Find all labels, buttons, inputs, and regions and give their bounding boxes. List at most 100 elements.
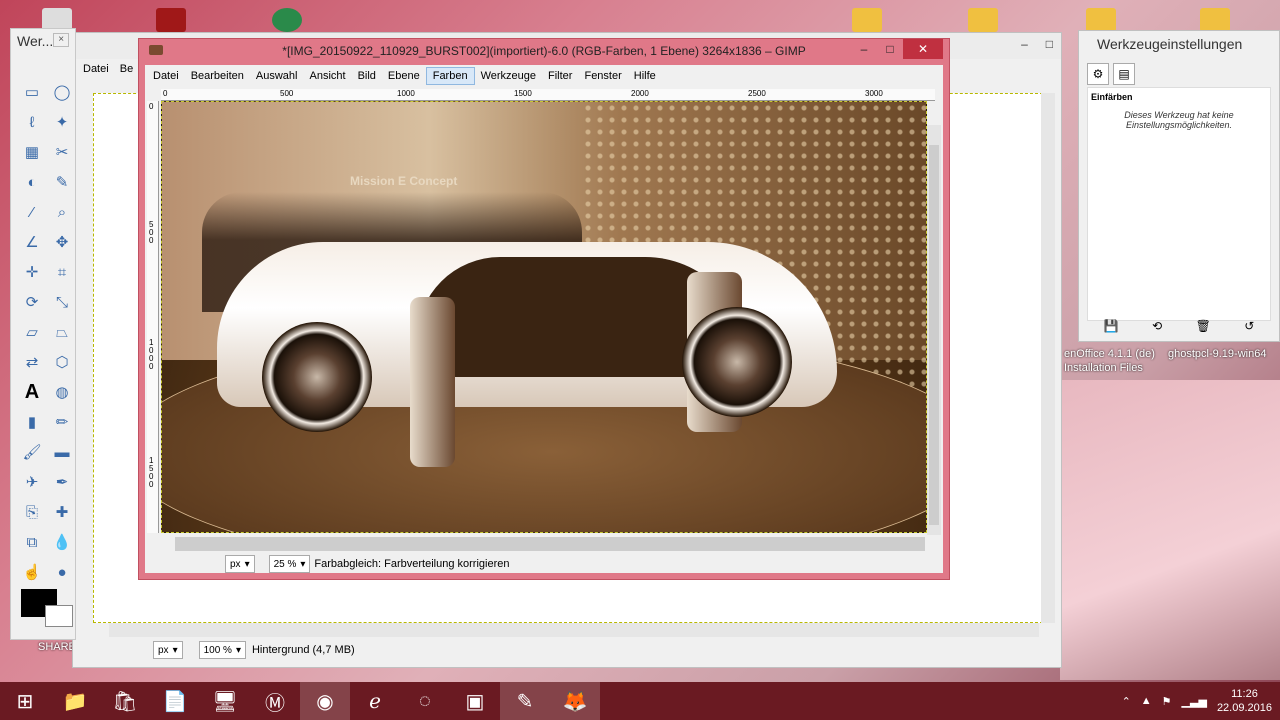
chrome-icon[interactable]: ◉ (300, 682, 350, 720)
menu-fenster[interactable]: Fenster (578, 68, 627, 84)
store-icon[interactable]: 🛍 (100, 682, 150, 720)
desktop-icon[interactable] (272, 8, 302, 32)
move-icon[interactable]: ✥ (49, 229, 75, 255)
clone-icon[interactable]: ⎘ (19, 499, 45, 525)
menu-auswahl[interactable]: Auswahl (250, 68, 304, 84)
menu-datei[interactable]: Datei (147, 68, 185, 84)
pencil-icon[interactable]: ✏ (49, 409, 75, 435)
menu-bild[interactable]: Bild (352, 68, 382, 84)
color-select-icon[interactable]: ▦ (19, 139, 45, 165)
pdf-icon[interactable]: ▣ (450, 682, 500, 720)
dodge-icon[interactable]: ● (49, 559, 75, 585)
internet-explorer-icon[interactable]: ℯ (350, 682, 400, 720)
perspective-clone-icon[interactable]: ⧉ (19, 529, 45, 555)
maximize-icon[interactable]: □ (877, 39, 903, 59)
ink-icon[interactable]: ✒ (49, 469, 75, 495)
menu-bearbeiten[interactable]: Be (120, 63, 133, 75)
foreground-select-icon[interactable]: ◐ (19, 169, 45, 195)
clock[interactable]: 11:26 22.09.2016 (1217, 687, 1272, 715)
menu-filter[interactable]: Filter (542, 68, 578, 84)
menu-ebene[interactable]: Ebene (382, 68, 426, 84)
menu-farben[interactable]: Farben (425, 67, 475, 85)
zoom-select[interactable]: 100 % ▾ (198, 641, 246, 659)
blur-icon[interactable]: 💧 (49, 529, 75, 555)
background-color[interactable] (45, 605, 73, 627)
text-icon[interactable]: A (19, 379, 45, 405)
airbrush-icon[interactable]: ✈ (19, 469, 45, 495)
desktop-icon[interactable] (968, 8, 998, 32)
paths-icon[interactable]: ✎ (49, 169, 75, 195)
menu-hilfe[interactable]: Hilfe (628, 68, 662, 84)
zoom-select[interactable]: 25 % ▾ (268, 555, 311, 573)
zoom-icon[interactable]: ⌕ (49, 199, 75, 225)
app-icon[interactable]: ◌ (400, 682, 450, 720)
unit-select[interactable]: px ▾ (225, 555, 255, 573)
close-icon[interactable]: × (53, 33, 69, 47)
perspective-icon[interactable]: ⏢ (49, 319, 75, 345)
maxthon-icon[interactable]: Ⓜ (250, 682, 300, 720)
unit-select[interactable]: px ▾ (153, 641, 183, 659)
restore-icon[interactable]: ⟲ (1152, 319, 1162, 333)
start-icon[interactable]: ⊞ (0, 682, 50, 720)
measure-icon[interactable]: ∠ (19, 229, 45, 255)
scale-icon[interactable]: ⤡ (49, 289, 75, 315)
document-icon[interactable]: 📄 (150, 682, 200, 720)
chevron-up-icon[interactable]: ⌃ (1122, 695, 1131, 708)
file-explorer-icon[interactable]: 📁 (50, 682, 100, 720)
desktop-label[interactable]: SHARE (38, 641, 76, 653)
desktop-label[interactable]: ghostpcl-9.19-win64 (1168, 348, 1266, 360)
desktop-icon[interactable] (156, 8, 186, 32)
heal-icon[interactable]: ✚ (49, 499, 75, 525)
blend-icon[interactable]: ▮ (19, 409, 45, 435)
horizontal-ruler[interactable]: 0 500 1000 1500 2000 2500 3000 (161, 89, 935, 101)
maximize-icon[interactable]: □ (1046, 37, 1053, 51)
minimize-icon[interactable]: – (851, 39, 877, 59)
crop-icon[interactable]: ⌗ (49, 259, 75, 285)
bucket-fill-icon[interactable]: ◍ (49, 379, 75, 405)
editor-icon[interactable]: ✎ (500, 682, 550, 720)
tool-options-tab[interactable]: ⚙ (1087, 63, 1109, 85)
antivirus-icon[interactable]: ▲ (1141, 695, 1152, 707)
close-icon[interactable]: ✕ (903, 39, 943, 59)
eraser-icon[interactable]: ▬ (49, 439, 75, 465)
color-picker-icon[interactable]: ⁄ (19, 199, 45, 225)
lenovo-icon[interactable]: 🖥 (200, 682, 250, 720)
desktop-icon[interactable] (1200, 8, 1230, 32)
desktop-label[interactable]: enOffice 4.1.1 (de) (1064, 348, 1155, 360)
horizontal-scrollbar[interactable] (109, 623, 1039, 637)
flag-icon[interactable]: ⚑ (1162, 695, 1172, 708)
reset-icon[interactable]: ↺ (1244, 319, 1254, 333)
menu-bearbeiten[interactable]: Bearbeiten (185, 68, 250, 84)
menu-ansicht[interactable]: Ansicht (303, 68, 351, 84)
desktop-label[interactable]: Installation Files (1064, 362, 1143, 374)
gimp-icon[interactable]: 🦊 (550, 682, 600, 720)
minimize-icon[interactable]: – (1021, 37, 1028, 51)
network-icon[interactable]: ▁▃▅ (1182, 695, 1207, 708)
horizontal-scrollbar[interactable] (175, 537, 925, 551)
vertical-scrollbar[interactable] (1041, 93, 1055, 623)
vertical-ruler[interactable]: 0 500 1000 1500 (147, 101, 159, 533)
rect-select-icon[interactable]: ▭ (19, 79, 45, 105)
menu-datei[interactable]: Datei (83, 63, 109, 75)
delete-icon[interactable]: 🗑 (1196, 319, 1211, 333)
cage-icon[interactable]: ⬡ (49, 349, 75, 375)
free-select-icon[interactable]: ℓ (19, 109, 45, 135)
rotate-icon[interactable]: ⟳ (19, 289, 45, 315)
shear-icon[interactable]: ▱ (19, 319, 45, 345)
image-canvas[interactable]: Mission E Concept (161, 101, 927, 533)
vertical-scrollbar[interactable] (927, 125, 941, 535)
fuzzy-select-icon[interactable]: ✦ (49, 109, 75, 135)
ruler-tick-label: 1000 (149, 338, 154, 371)
save-icon[interactable]: 💾 (1104, 319, 1119, 333)
flip-icon[interactable]: ⇄ (19, 349, 45, 375)
paintbrush-icon[interactable]: 🖌 (19, 439, 45, 465)
align-icon[interactable]: ✛ (19, 259, 45, 285)
smudge-icon[interactable]: ☝ (19, 559, 45, 585)
gimp-titlebar[interactable]: *[IMG_20150922_110929_BURST002](importie… (139, 39, 949, 63)
desktop-icon[interactable] (852, 8, 882, 32)
ellipse-select-icon[interactable]: ◯ (49, 79, 75, 105)
scissors-select-icon[interactable]: ✂ (49, 139, 75, 165)
desktop-icon[interactable] (1086, 8, 1116, 32)
menu-werkzeuge[interactable]: Werkzeuge (475, 68, 542, 84)
layers-tab[interactable]: ▤ (1113, 63, 1135, 85)
